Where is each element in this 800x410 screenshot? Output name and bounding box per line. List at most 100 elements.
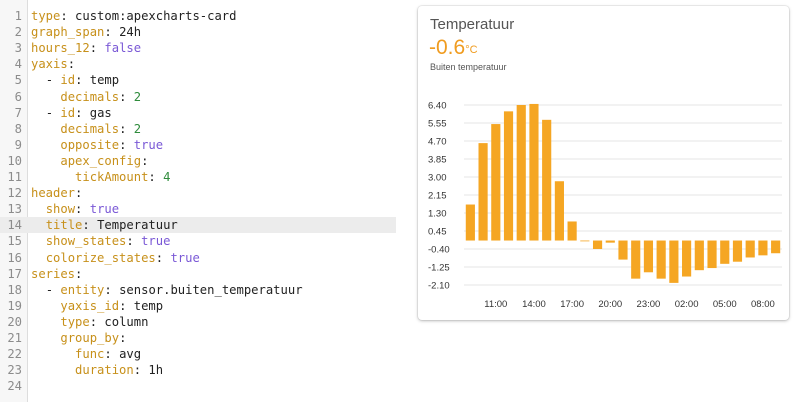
- code-line[interactable]: 16 colorize_states: true: [0, 250, 396, 266]
- code-line[interactable]: 12 header:: [0, 185, 396, 201]
- code-text: show_states: true: [31, 233, 171, 249]
- yaml-value: false: [104, 41, 142, 56]
- bar[interactable]: [631, 240, 641, 279]
- bar[interactable]: [554, 181, 564, 241]
- bar[interactable]: [745, 240, 755, 258]
- yaml-value: Temperatuur: [97, 218, 178, 233]
- yaml-key: show: [45, 202, 76, 217]
- list-dash: -: [45, 73, 61, 88]
- code-line[interactable]: 7 - id: gas: [0, 105, 396, 121]
- yaml-colon: :: [89, 41, 105, 56]
- column-chart[interactable]: 6.40 5.55 4.70 3.85 3.00 2.15 1.30 0.45 -0.40 -1.…: [418, 86, 789, 316]
- bar[interactable]: [618, 240, 628, 260]
- yaml-colon: :: [133, 363, 149, 378]
- y-tick-label: 3.00: [428, 173, 447, 184]
- bar[interactable]: [529, 103, 539, 241]
- code-line[interactable]: 1 type: custom:apexcharts-card: [0, 8, 396, 24]
- bar[interactable]: [605, 240, 615, 243]
- x-tick-label: 11:00: [484, 299, 507, 310]
- yaml-colon: :: [148, 170, 164, 184]
- bar[interactable]: [669, 240, 679, 283]
- code-text: - id: temp: [31, 72, 119, 88]
- bar[interactable]: [707, 240, 717, 269]
- code-line[interactable]: 15 show_states: true: [0, 233, 396, 249]
- code-text: apex_config:: [31, 153, 148, 169]
- code-line[interactable]: 14 title: Temperatuur: [0, 217, 396, 234]
- code-line[interactable]: 22 func: avg: [0, 346, 396, 362]
- state-name: Buiten temperatuur: [430, 62, 507, 72]
- line-number: 16: [7, 250, 22, 265]
- bar[interactable]: [720, 240, 730, 264]
- code-line[interactable]: 3 hours_12: false: [0, 40, 396, 56]
- code-line[interactable]: 10 apex_config:: [0, 153, 396, 169]
- yaml-key: decimals: [60, 121, 120, 136]
- code-text: series:: [31, 266, 82, 282]
- bar[interactable]: [656, 240, 666, 279]
- y-tick-label: 2.15: [428, 191, 447, 202]
- code-line[interactable]: 19 yaxis_id: temp: [0, 298, 396, 314]
- bar[interactable]: [503, 111, 514, 241]
- bar[interactable]: [516, 105, 526, 241]
- line-number: 8: [14, 121, 22, 136]
- code-text: type: column: [31, 314, 148, 330]
- line-number: 4: [14, 57, 22, 72]
- y-tick-label: 5.55: [428, 119, 447, 130]
- bar[interactable]: [567, 221, 577, 241]
- bar[interactable]: [580, 240, 590, 242]
- bar[interactable]: [643, 240, 654, 273]
- line-number: 10: [7, 153, 22, 168]
- code-text: graph_span: 24h: [31, 24, 141, 40]
- yaml-colon: :: [119, 137, 134, 152]
- yaml-colon: :: [119, 121, 134, 136]
- code-line[interactable]: 20 type: column: [0, 314, 396, 330]
- code-line[interactable]: 24: [0, 378, 396, 394]
- code-text: func: avg: [31, 346, 141, 362]
- code-line[interactable]: 8 decimals: 2: [0, 121, 396, 137]
- yaml-colon: :: [67, 57, 76, 72]
- code-text: decimals: 2: [31, 89, 141, 105]
- bar[interactable]: [465, 204, 475, 241]
- x-tick-label: 08:00: [751, 299, 775, 310]
- code-line[interactable]: 18 - entity: sensor.buiten_temperatuur: [0, 282, 396, 298]
- x-tick-label: 17:00: [560, 299, 584, 310]
- x-tick-label: 20:00: [598, 299, 622, 310]
- code-text: yaxis_id: temp: [31, 298, 163, 314]
- y-tick-label: -1.25: [428, 263, 450, 274]
- code-line[interactable]: 23 duration: 1h: [0, 362, 396, 378]
- code-line[interactable]: 5 - id: temp: [0, 72, 396, 88]
- code-line[interactable]: 6 decimals: 2: [0, 89, 396, 105]
- bar[interactable]: [694, 240, 704, 271]
- code-line[interactable]: 21 group_by:: [0, 330, 396, 346]
- bar[interactable]: [771, 240, 781, 254]
- code-line[interactable]: 13 show: true: [0, 201, 396, 217]
- x-tick-label: 05:00: [713, 299, 737, 310]
- bar[interactable]: [491, 124, 501, 241]
- code-line[interactable]: 11 tickAmount: 4: [0, 169, 396, 185]
- bar[interactable]: [478, 143, 488, 241]
- x-tick-label: 02:00: [675, 299, 699, 310]
- yaml-colon: :: [119, 331, 127, 345]
- bar[interactable]: [682, 240, 692, 277]
- yaml-colon: :: [75, 73, 90, 88]
- line-number: 17: [7, 266, 22, 281]
- yaml-key: series: [31, 266, 76, 281]
- bar[interactable]: [732, 240, 743, 262]
- line-number: 18: [7, 282, 22, 297]
- y-tick-label: -2.10: [428, 281, 450, 292]
- yaml-value: sensor.buiten_temperatuur: [119, 282, 303, 297]
- bar[interactable]: [592, 240, 603, 249]
- code-line[interactable]: 2 graph_span: 24h: [0, 24, 396, 40]
- bar[interactable]: [542, 119, 552, 241]
- bar[interactable]: [758, 240, 768, 256]
- code-line[interactable]: 17 series:: [0, 266, 396, 282]
- yaml-value: avg: [119, 347, 142, 362]
- code-line[interactable]: 4 yaxis:: [0, 56, 396, 72]
- yaml-editor[interactable]: 1 type: custom:apexcharts-card 2 graph_span…: [0, 0, 396, 410]
- code-line[interactable]: 9 opposite: true: [0, 137, 396, 153]
- code-text: - entity: sensor.buiten_temperatuur: [31, 282, 303, 298]
